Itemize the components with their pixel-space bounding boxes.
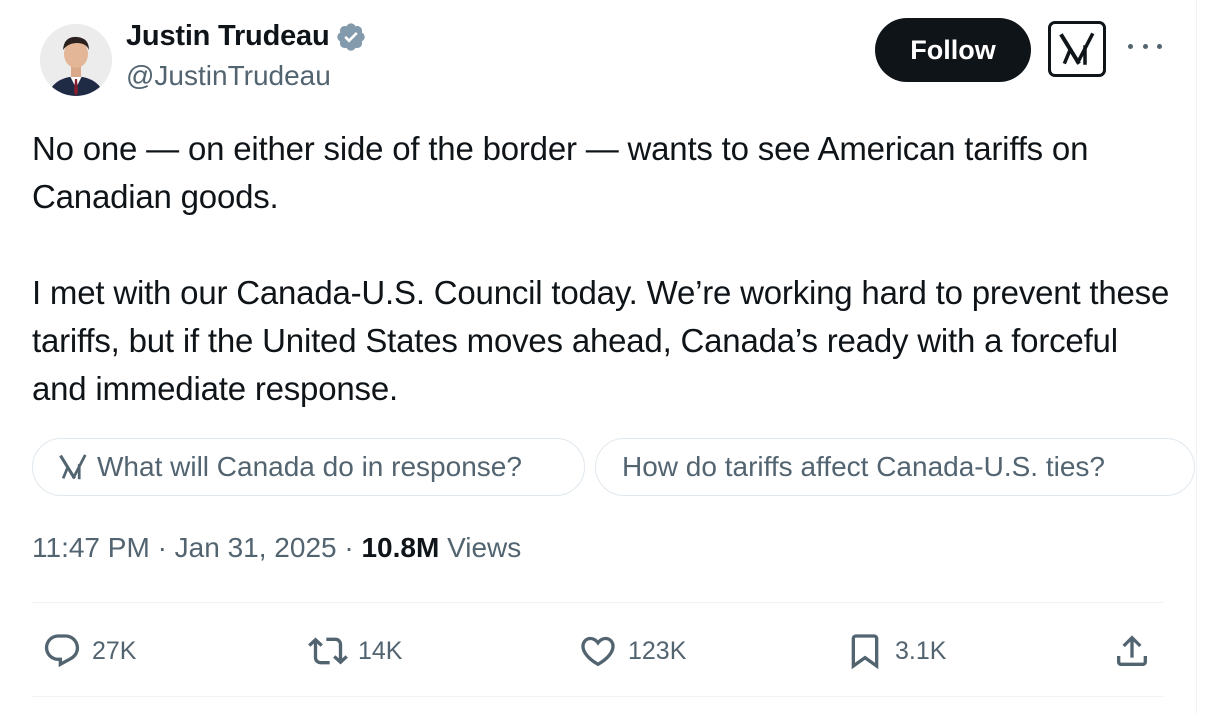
meta-separator: · (344, 532, 354, 563)
more-icon-dot (1128, 43, 1133, 49)
tweet-paragraph: No one — on either side of the border — … (32, 130, 1089, 215)
reply-count: 27K (92, 636, 137, 665)
grok-button[interactable] (1048, 21, 1106, 77)
reply-icon (44, 634, 80, 668)
grok-suggestion-label: How do tariffs affect Canada-U.S. ties? (622, 451, 1105, 482)
tweet-date[interactable]: Jan 31, 2025 (175, 532, 337, 563)
views-count: 10.8M (361, 532, 440, 563)
share-icon (1117, 635, 1147, 666)
tweet-time[interactable]: 11:47 PM (32, 532, 150, 563)
share-button[interactable] (1112, 629, 1152, 673)
page-edge-divider (1196, 0, 1197, 714)
divider (32, 696, 1163, 697)
display-name-text: Justin Trudeau (126, 20, 330, 52)
more-icon-dot (1142, 43, 1148, 49)
user-handle[interactable]: @JustinTrudeau (126, 60, 331, 92)
avatar-image (40, 24, 112, 96)
tweet-text: No one — on either side of the border — … (32, 125, 1172, 413)
repost-button[interactable]: 14K (308, 629, 402, 673)
grok-icon (1059, 32, 1095, 65)
more-options-button[interactable] (1128, 36, 1162, 56)
avatar[interactable] (40, 24, 112, 96)
reply-button[interactable]: 27K (42, 629, 136, 673)
repost-icon (308, 637, 348, 665)
heart-icon (581, 636, 615, 667)
more-icon-dot (1157, 43, 1162, 49)
tweet-paragraph: I met with our Canada-U.S. Council today… (32, 274, 1170, 407)
grok-suggestion-chip[interactable]: What will Canada do in response? (32, 438, 585, 496)
follow-button[interactable]: Follow (875, 18, 1031, 82)
divider (32, 602, 1163, 603)
tweet-meta: 11:47 PM · Jan 31, 2025 · 10.8M Views (32, 532, 521, 564)
like-count: 123K (628, 636, 687, 665)
repost-count: 14K (358, 636, 403, 665)
display-name[interactable]: Justin Trudeau (126, 20, 367, 53)
bookmark-icon (851, 634, 879, 670)
meta-separator: · (157, 532, 167, 563)
views-label: Views (447, 532, 522, 563)
grok-suggestion-label: What will Canada do in response? (97, 451, 522, 482)
grok-suggestion-chip[interactable]: How do tariffs affect Canada-U.S. ties? (595, 438, 1195, 496)
grok-icon (59, 454, 87, 480)
bookmark-count: 3.1K (895, 636, 947, 665)
like-button[interactable]: 123K (578, 629, 686, 673)
verified-badge-icon[interactable] (335, 21, 367, 53)
bookmark-button[interactable]: 3.1K (845, 629, 946, 673)
